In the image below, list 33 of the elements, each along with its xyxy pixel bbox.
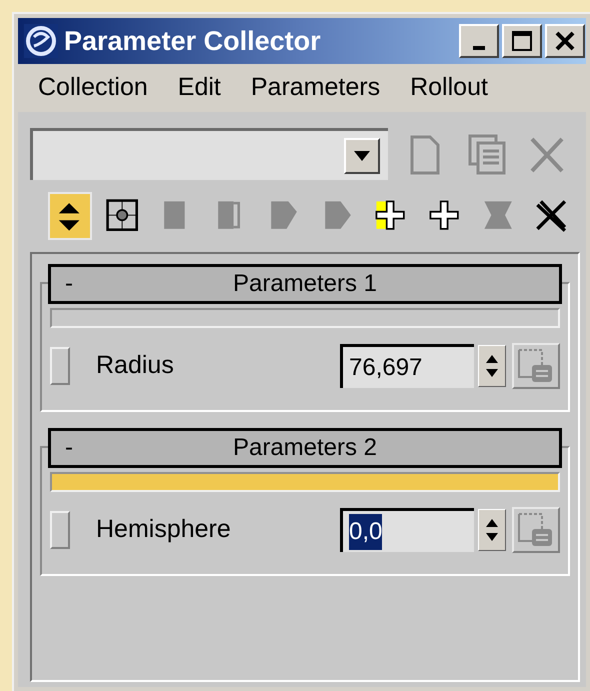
parameter-label: Radius: [96, 350, 175, 382]
collapse-toggle[interactable]: -: [65, 430, 95, 466]
key-button[interactable]: [512, 507, 560, 553]
selection-bar[interactable]: [50, 472, 560, 492]
rollout-header[interactable]: - Parameters 1: [48, 264, 562, 304]
parameter-label: Hemisphere: [96, 514, 232, 546]
minimize-button[interactable]: [459, 24, 499, 58]
tool-button[interactable]: [48, 192, 92, 240]
value-field[interactable]: 76,697: [340, 344, 474, 388]
rollout-title: Parameters 1: [232, 269, 378, 299]
close-button[interactable]: [545, 24, 585, 58]
menu-item[interactable]: Parameters: [250, 69, 380, 107]
close-icon: [555, 31, 575, 51]
parameter-toggle[interactable]: [50, 347, 70, 385]
menu-item[interactable]: Collection: [38, 69, 148, 107]
dropdown-caret-icon: [354, 150, 370, 160]
key-button[interactable]: [512, 343, 560, 389]
maximize-icon: [512, 31, 532, 51]
collection-dropdown[interactable]: [30, 128, 388, 180]
selection-bar[interactable]: [50, 308, 560, 328]
spinner[interactable]: [478, 509, 506, 551]
parameter-toggle[interactable]: [50, 511, 70, 549]
spinner[interactable]: [478, 345, 506, 387]
maximize-button[interactable]: [502, 24, 542, 58]
value-field[interactable]: 0,0: [340, 508, 474, 552]
minimize-icon: [473, 46, 485, 50]
rollout-header[interactable]: - Parameters 2: [48, 428, 562, 468]
window-title: Parameter Collector: [64, 24, 322, 58]
rollout-title: Parameters 2: [232, 433, 378, 463]
collapse-toggle[interactable]: -: [65, 266, 95, 302]
app-logo-icon: [24, 24, 58, 58]
menu-item[interactable]: Rollout: [410, 69, 488, 107]
menu-item[interactable]: Edit: [178, 69, 221, 107]
